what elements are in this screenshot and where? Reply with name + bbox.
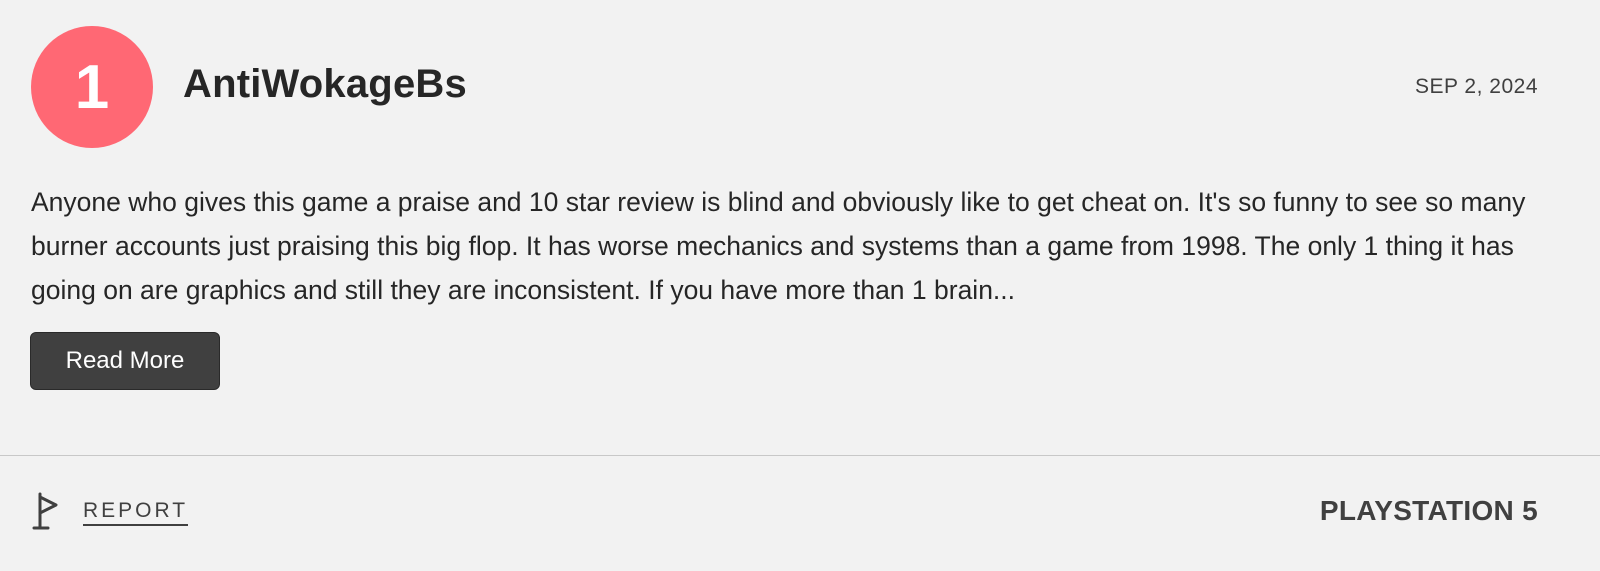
score-badge: 1	[31, 26, 153, 148]
review-text: Anyone who gives this game a praise and …	[31, 187, 1526, 305]
flag-icon	[32, 492, 62, 532]
footer-divider	[0, 455, 1600, 456]
review-card: 1 AntiWokageBs SEP 2, 2024 Anyone who gi…	[0, 0, 1600, 571]
read-more-button[interactable]: Read More	[30, 332, 220, 390]
reviewer-username[interactable]: AntiWokageBs	[183, 62, 467, 107]
report-label: REPORT	[83, 499, 189, 526]
platform-label: PLAYSTATION 5	[1319, 495, 1538, 526]
score-value: 1	[74, 52, 110, 122]
review-date: SEP 2, 2024	[1414, 75, 1538, 98]
report-link[interactable]: REPORT	[32, 492, 189, 532]
